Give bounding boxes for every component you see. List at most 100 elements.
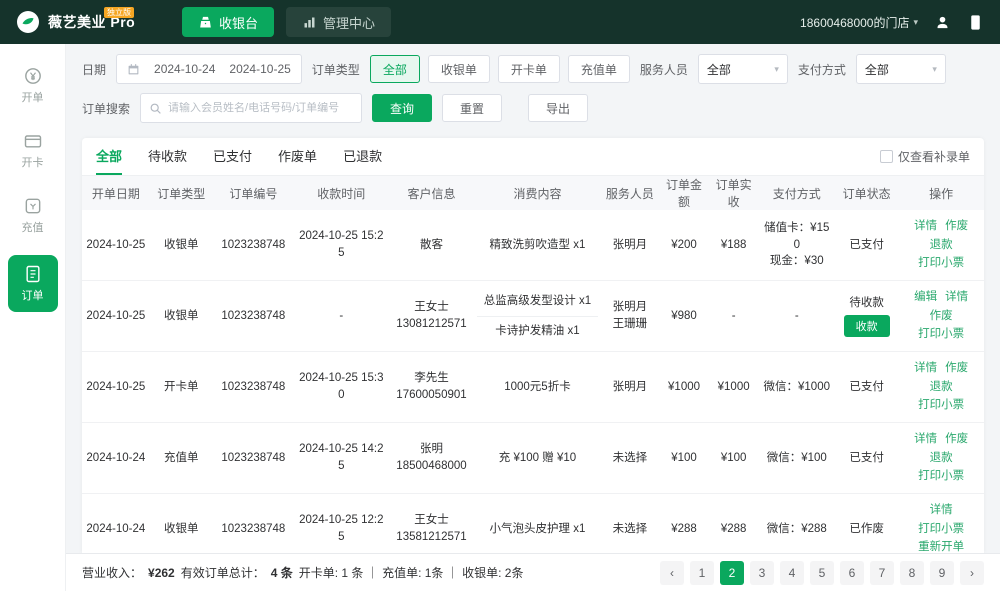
pay-select[interactable]: 全部 ▾ — [856, 54, 946, 84]
cell-order-no: 1023238748 — [213, 423, 294, 494]
cell-pay-time: 2024-10-25 14:25 — [294, 423, 389, 494]
recharge-icon — [23, 196, 43, 216]
cell-order-type: 收银单 — [150, 210, 213, 281]
date-range-picker[interactable]: 2024-10-24 2024-10-25 — [116, 54, 302, 84]
status-text: 待收款 — [838, 295, 895, 312]
status-tab[interactable]: 已退款 — [343, 138, 382, 175]
status-text: 已支付 — [838, 450, 895, 467]
page-button[interactable]: 2 — [720, 561, 744, 585]
sidebar-item-open-card[interactable]: 开卡 — [8, 125, 58, 176]
action-link[interactable]: 详情 — [914, 360, 937, 377]
app-logo: 薇艺美业 Pro 独立版 — [16, 10, 166, 34]
cell-status: 已支付 — [835, 210, 898, 281]
action-link[interactable]: 作废 — [945, 218, 968, 235]
cell-items: 精致洗剪吹造型 x1 — [474, 210, 600, 281]
order-type-chip[interactable]: 全部 — [370, 55, 420, 83]
cell-actions: 编辑详情作废打印小票 — [898, 281, 984, 352]
order-type-text: 充值单 — [164, 452, 199, 464]
page-button[interactable]: 6 — [840, 561, 864, 585]
cell-received: - — [709, 281, 759, 352]
reset-button[interactable]: 重置 — [442, 94, 502, 122]
query-button[interactable]: 查询 — [372, 94, 432, 122]
action-link[interactable]: 打印小票 — [918, 521, 964, 538]
customer-line: 王女士 — [392, 512, 472, 529]
cell-status: 已支付 — [835, 352, 898, 423]
order-type-chip[interactable]: 开卡单 — [498, 55, 560, 83]
cell-pay-method: 储值卡：¥150现金：¥30 — [758, 210, 835, 281]
pay-method-line: 储值卡：¥150 — [761, 220, 832, 253]
checkbox-icon[interactable] — [880, 150, 893, 163]
action-link[interactable]: 打印小票 — [918, 326, 964, 343]
action-link[interactable]: 打印小票 — [918, 397, 964, 414]
search-label: 订单搜索 — [82, 100, 130, 117]
export-button[interactable]: 导出 — [528, 94, 588, 122]
action-link[interactable]: 打印小票 — [918, 255, 964, 272]
cell-pay-time: 2024-10-25 15:25 — [294, 210, 389, 281]
status-tab[interactable]: 作废单 — [278, 138, 317, 175]
status-tab[interactable]: 待收款 — [148, 138, 187, 175]
header-row: 开单日期订单类型订单编号收款时间客户信息消费内容服务人员订单金额订单实收支付方式… — [82, 176, 984, 210]
mobile-icon[interactable] — [967, 14, 984, 31]
action-link[interactable]: 编辑 — [914, 289, 937, 306]
filter-row-1: 日期 2024-10-24 2024-10-25 订单类型 全部收银单开卡单充值… — [82, 54, 984, 84]
next-page-button[interactable]: › — [960, 561, 984, 585]
action-link[interactable]: 退款 — [930, 450, 953, 467]
order-icon — [23, 264, 43, 284]
action-link[interactable]: 详情 — [945, 289, 968, 306]
action-link[interactable]: 打印小票 — [918, 468, 964, 485]
cell-items: 总监高级发型设计 x1卡诗护发精油 x1 — [474, 281, 600, 352]
action-link[interactable]: 详情 — [914, 431, 937, 448]
page-button[interactable]: 8 — [900, 561, 924, 585]
cell-received: ¥100 — [709, 423, 759, 494]
cell-amount: ¥200 — [659, 210, 709, 281]
action-link[interactable]: 详情 — [914, 218, 937, 235]
nav-management[interactable]: 管理中心 — [286, 7, 391, 37]
action-link[interactable]: 重新开单 — [918, 539, 964, 553]
cell-staff: 未选择 — [601, 494, 660, 553]
page-button[interactable]: 5 — [810, 561, 834, 585]
total-value: 4 条 — [271, 564, 293, 581]
action-link[interactable]: 作废 — [930, 308, 953, 325]
page-button[interactable]: 7 — [870, 561, 894, 585]
page-button[interactable]: 9 — [930, 561, 954, 585]
table-row: 2024-10-24收银单10232387482024-10-25 12:25王… — [82, 494, 984, 553]
action-link[interactable]: 详情 — [930, 502, 953, 519]
table-row: 2024-10-25收银单1023238748-王女士13081212571总监… — [82, 281, 984, 352]
sidebar-item-recharge[interactable]: 充值 — [8, 190, 58, 241]
order-type-chip[interactable]: 收银单 — [428, 55, 490, 83]
supplement-only-checkbox[interactable]: 仅查看补录单 — [880, 148, 970, 165]
card-icon — [23, 131, 43, 151]
status-tabs: 全部待收款已支付作废单已退款 — [96, 138, 382, 175]
action-link[interactable]: 退款 — [930, 379, 953, 396]
sidebar-item-orders[interactable]: 订单 — [8, 255, 58, 312]
order-type-chip[interactable]: 充值单 — [568, 55, 630, 83]
filter-panel: 日期 2024-10-24 2024-10-25 订单类型 全部收银单开卡单充值… — [66, 44, 1000, 134]
sidebar-item-open-bill[interactable]: 开单 — [8, 60, 58, 111]
date-from-value[interactable]: 2024-10-24 — [154, 62, 215, 76]
action-link[interactable]: 作废 — [945, 360, 968, 377]
cell-amount: ¥288 — [659, 494, 709, 553]
cell-order-no: 1023238748 — [213, 352, 294, 423]
prev-page-button[interactable]: ‹ — [660, 561, 684, 585]
store-selector[interactable]: 18600468000的门店 ▾ — [800, 14, 918, 31]
status-tab[interactable]: 全部 — [96, 138, 122, 175]
nav-cashier[interactable]: 收银台 — [182, 7, 274, 37]
search-input[interactable] — [168, 102, 353, 114]
action-link[interactable]: 退款 — [930, 237, 953, 254]
cell-pay-time: 2024-10-25 15:30 — [294, 352, 389, 423]
date-to-value[interactable]: 2024-10-25 — [229, 62, 290, 76]
chevron-down-icon: ▾ — [932, 64, 937, 75]
action-link[interactable]: 作废 — [945, 431, 968, 448]
item-line: 总监高级发型设计 x1 — [477, 293, 597, 310]
topbar: 薇艺美业 Pro 独立版 收银台管理中心 18600468000的门店 ▾ — [0, 0, 1000, 44]
cell-pay-time: - — [294, 281, 389, 352]
page-button[interactable]: 1 — [690, 561, 714, 585]
collect-button[interactable]: 收款 — [844, 315, 890, 337]
status-tab[interactable]: 已支付 — [213, 138, 252, 175]
pay-method-line: 微信：¥288 — [761, 521, 832, 538]
page-button[interactable]: 4 — [780, 561, 804, 585]
user-icon[interactable] — [934, 14, 951, 31]
page-button[interactable]: 3 — [750, 561, 774, 585]
main-area: 日期 2024-10-24 2024-10-25 订单类型 全部收银单开卡单充值… — [66, 44, 1000, 591]
staff-select[interactable]: 全部 ▾ — [698, 54, 788, 84]
